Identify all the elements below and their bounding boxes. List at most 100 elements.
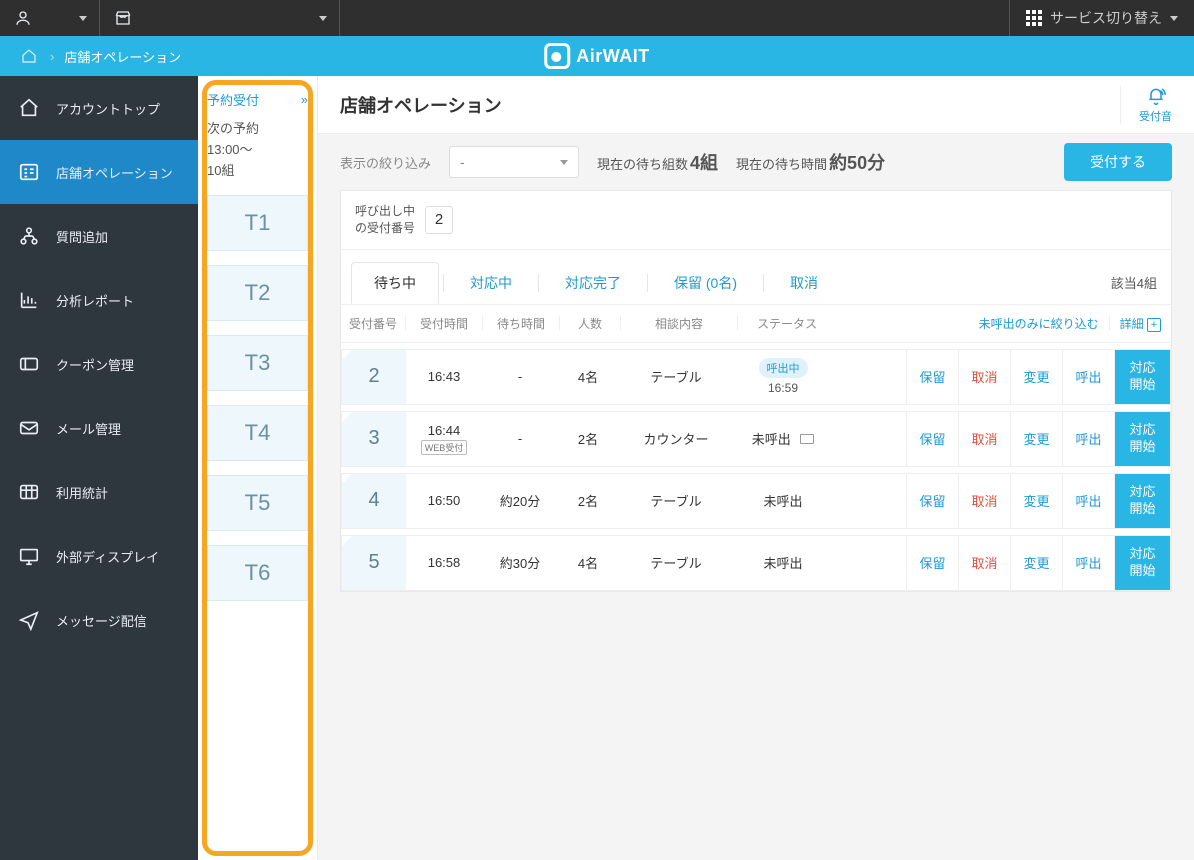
- tabs: 待ち中 対応中 対応完了 保留 (0名) 取消 該当4組: [341, 250, 1171, 304]
- cell-wait: 約20分: [482, 474, 558, 528]
- service-switch[interactable]: サービス切り替え: [1009, 0, 1194, 36]
- tab-cancel[interactable]: 取消: [768, 263, 840, 303]
- filter-select[interactable]: -: [449, 146, 579, 178]
- change-button[interactable]: 変更: [1010, 474, 1062, 528]
- row-actions: 保留 取消 変更 呼出 対応開始: [906, 474, 1170, 528]
- hold-button[interactable]: 保留: [906, 474, 958, 528]
- cell-no: 4: [342, 474, 406, 528]
- breadcrumb-sep: ›: [50, 49, 54, 64]
- sidebar-item-account[interactable]: アカウントトップ: [0, 76, 198, 140]
- table-tile[interactable]: T1: [207, 195, 308, 251]
- accept-button[interactable]: 受付する: [1064, 143, 1172, 181]
- sidebar-item-label: クーポン管理: [56, 355, 134, 374]
- reserve-link[interactable]: 予約受付 »: [207, 90, 308, 109]
- apps-icon: [1026, 10, 1042, 26]
- chart-icon: [18, 289, 40, 311]
- tab-done[interactable]: 対応完了: [543, 263, 643, 303]
- sidebar-item-coupon[interactable]: クーポン管理: [0, 332, 198, 396]
- call-button[interactable]: 呼出: [1062, 412, 1114, 466]
- nodes-icon: [18, 225, 40, 247]
- start-button[interactable]: 対応開始: [1114, 350, 1170, 404]
- filter-bar: 表示の絞り込み - 現在の待ち組数4組 現在の待ち時間約50分 受付する: [318, 134, 1194, 190]
- hold-button[interactable]: 保留: [906, 412, 958, 466]
- sidebar-item-operation[interactable]: 店舗オペレーション: [0, 140, 198, 204]
- sidebar-item-label: メッセージ配信: [56, 611, 147, 630]
- start-button[interactable]: 対応開始: [1114, 536, 1170, 590]
- start-button[interactable]: 対応開始: [1114, 412, 1170, 466]
- sidebar: アカウントトップ 店舗オペレーション 質問追加 分析レポート クーポン管理 メー…: [0, 76, 198, 860]
- service-switch-label: サービス切り替え: [1050, 8, 1162, 28]
- th-no: 受付番号: [341, 315, 405, 332]
- change-button[interactable]: 変更: [1010, 536, 1062, 590]
- start-button[interactable]: 対応開始: [1114, 474, 1170, 528]
- table-tile[interactable]: T3: [207, 335, 308, 391]
- cell-consult: テーブル: [618, 536, 734, 590]
- hold-button[interactable]: 保留: [906, 536, 958, 590]
- tab-inprogress[interactable]: 対応中: [448, 263, 534, 303]
- status-text: 未呼出: [752, 429, 815, 448]
- row-actions: 保留 取消 変更 呼出 対応開始: [906, 412, 1170, 466]
- breadcrumb: › 店舗オペレーション: [0, 45, 199, 67]
- sidebar-item-send[interactable]: メッセージ配信: [0, 588, 198, 652]
- sidebar-item-mail[interactable]: メール管理: [0, 396, 198, 460]
- waiting-groups: 現在の待ち組数4組: [597, 149, 718, 175]
- double-chevron-icon: »: [301, 92, 308, 107]
- filter-label: 表示の絞り込み: [340, 153, 431, 172]
- call-button[interactable]: 呼出: [1062, 350, 1114, 404]
- status-badge: 呼出中: [759, 358, 808, 378]
- table-tile[interactable]: T4: [207, 405, 308, 461]
- cell-status: 呼出中16:59: [734, 350, 832, 404]
- table-tile[interactable]: T6: [207, 545, 308, 601]
- sidebar-item-label: 店舗オペレーション: [56, 163, 173, 182]
- monitor-icon: [18, 545, 40, 567]
- cancel-button[interactable]: 取消: [958, 536, 1010, 590]
- sound-toggle[interactable]: 受付音: [1120, 86, 1172, 124]
- user-menu[interactable]: [0, 0, 100, 36]
- th-wait: 待ち時間: [483, 315, 559, 332]
- sidebar-item-label: メール管理: [56, 419, 121, 438]
- cell-wait: -: [482, 412, 558, 466]
- cell-ppl: 4名: [558, 536, 618, 590]
- sidebar-item-display[interactable]: 外部ディスプレイ: [0, 524, 198, 588]
- row-actions: 保留 取消 変更 呼出 対応開始: [906, 350, 1170, 404]
- app-name: AirWAIT: [576, 46, 650, 67]
- waiting-time: 現在の待ち時間約50分: [736, 149, 885, 175]
- cancel-button[interactable]: 取消: [958, 474, 1010, 528]
- th-status: ステータス: [738, 315, 836, 332]
- store-menu[interactable]: [100, 0, 340, 36]
- cell-time: 16:44 WEB受付: [406, 412, 482, 466]
- sidebar-item-label: 利用統計: [56, 483, 108, 502]
- cancel-button[interactable]: 取消: [958, 412, 1010, 466]
- hold-button[interactable]: 保留: [906, 350, 958, 404]
- list-icon: [18, 161, 40, 183]
- sidebar-item-question[interactable]: 質問追加: [0, 204, 198, 268]
- home-icon[interactable]: [18, 45, 40, 67]
- cancel-button[interactable]: 取消: [958, 350, 1010, 404]
- filter-value: -: [460, 154, 465, 170]
- table-icon: [18, 481, 40, 503]
- filter-uncalled-link[interactable]: 未呼出のみに絞り込む: [979, 315, 1099, 332]
- topbar: サービス切り替え: [0, 0, 1194, 36]
- cell-ppl: 2名: [558, 412, 618, 466]
- th-ppl: 人数: [560, 315, 620, 332]
- call-button[interactable]: 呼出: [1062, 474, 1114, 528]
- table-tile[interactable]: T2: [207, 265, 308, 321]
- tab-hold[interactable]: 保留 (0名): [652, 263, 759, 303]
- calling-row: 呼び出し中 の受付番号 2: [341, 191, 1171, 250]
- send-icon: [18, 609, 40, 631]
- table-tile[interactable]: T5: [207, 475, 308, 531]
- call-button[interactable]: 呼出: [1062, 536, 1114, 590]
- detail-link[interactable]: 詳細 +: [1120, 315, 1161, 332]
- tab-waiting[interactable]: 待ち中: [351, 262, 439, 304]
- mail-icon: [800, 434, 814, 444]
- sidebar-item-label: 分析レポート: [56, 291, 134, 310]
- sidebar-item-label: 質問追加: [56, 227, 108, 246]
- sidebar-item-stats[interactable]: 利用統計: [0, 460, 198, 524]
- change-button[interactable]: 変更: [1010, 350, 1062, 404]
- mail-icon: [18, 417, 40, 439]
- status-text: 未呼出: [763, 553, 802, 572]
- cell-time: 16:58: [406, 536, 482, 590]
- sidebar-item-report[interactable]: 分析レポート: [0, 268, 198, 332]
- calling-label: 呼び出し中 の受付番号: [355, 203, 415, 237]
- change-button[interactable]: 変更: [1010, 412, 1062, 466]
